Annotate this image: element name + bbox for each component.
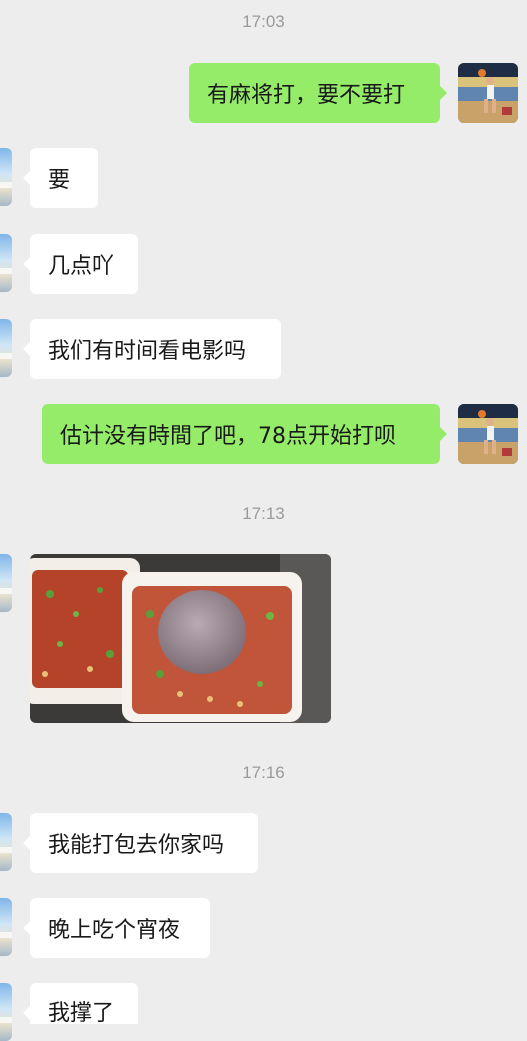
message-bubble-incoming[interactable]: 要 [23, 148, 98, 208]
friend-avatar[interactable] [0, 813, 12, 871]
my-avatar[interactable] [458, 404, 518, 464]
my-avatar[interactable] [458, 63, 518, 123]
beach-avatar-icon [0, 268, 12, 274]
friend-avatar[interactable] [0, 148, 12, 206]
food-photo[interactable] [30, 554, 331, 723]
basketball-player-avatar-icon [458, 63, 518, 123]
beach-avatar-icon [0, 182, 12, 188]
message-bubble-outgoing[interactable]: 估计没有時間了吧，78点开始打呗 [42, 404, 447, 464]
message-text: 我们有时间看电影吗 [48, 339, 247, 364]
friend-avatar[interactable] [0, 319, 12, 377]
friend-avatar[interactable] [0, 234, 12, 292]
friend-avatar[interactable] [0, 983, 12, 1041]
beach-avatar-icon [0, 932, 12, 938]
timestamp-2: 17:13 [242, 504, 285, 523]
beach-avatar-icon [0, 588, 12, 594]
message-text: 我撑了 [48, 1001, 115, 1026]
message-bubble-incoming[interactable]: 我们有时间看电影吗 [23, 319, 281, 379]
message-text: 我能打包去你家吗 [48, 833, 225, 858]
friend-avatar[interactable] [0, 554, 12, 612]
food-photo-image [30, 554, 331, 723]
beach-avatar-icon [0, 1017, 12, 1023]
timestamp-1: 17:03 [242, 12, 285, 31]
message-text: 估计没有時間了吧，78点开始打呗 [60, 424, 396, 449]
beach-avatar-icon [0, 353, 12, 359]
beach-avatar-icon [0, 847, 12, 853]
message-text: 要 [48, 168, 71, 193]
friend-avatar[interactable] [0, 898, 12, 956]
basketball-player-avatar-icon [458, 404, 518, 464]
message-bubble-incoming[interactable]: 我撑了 [23, 983, 138, 1026]
message-bubble-incoming[interactable]: 我能打包去你家吗 [23, 813, 258, 873]
timestamp-3: 17:16 [242, 763, 285, 782]
message-bubble-outgoing[interactable]: 有麻将打，要不要打 [189, 63, 447, 123]
message-bubble-incoming[interactable]: 几点吖 [23, 234, 138, 294]
message-bubble-incoming[interactable]: 晚上吃个宵夜 [23, 898, 210, 958]
message-text: 几点吖 [48, 254, 115, 279]
message-text: 晚上吃个宵夜 [48, 918, 181, 943]
message-text: 有麻将打，要不要打 [207, 83, 406, 108]
